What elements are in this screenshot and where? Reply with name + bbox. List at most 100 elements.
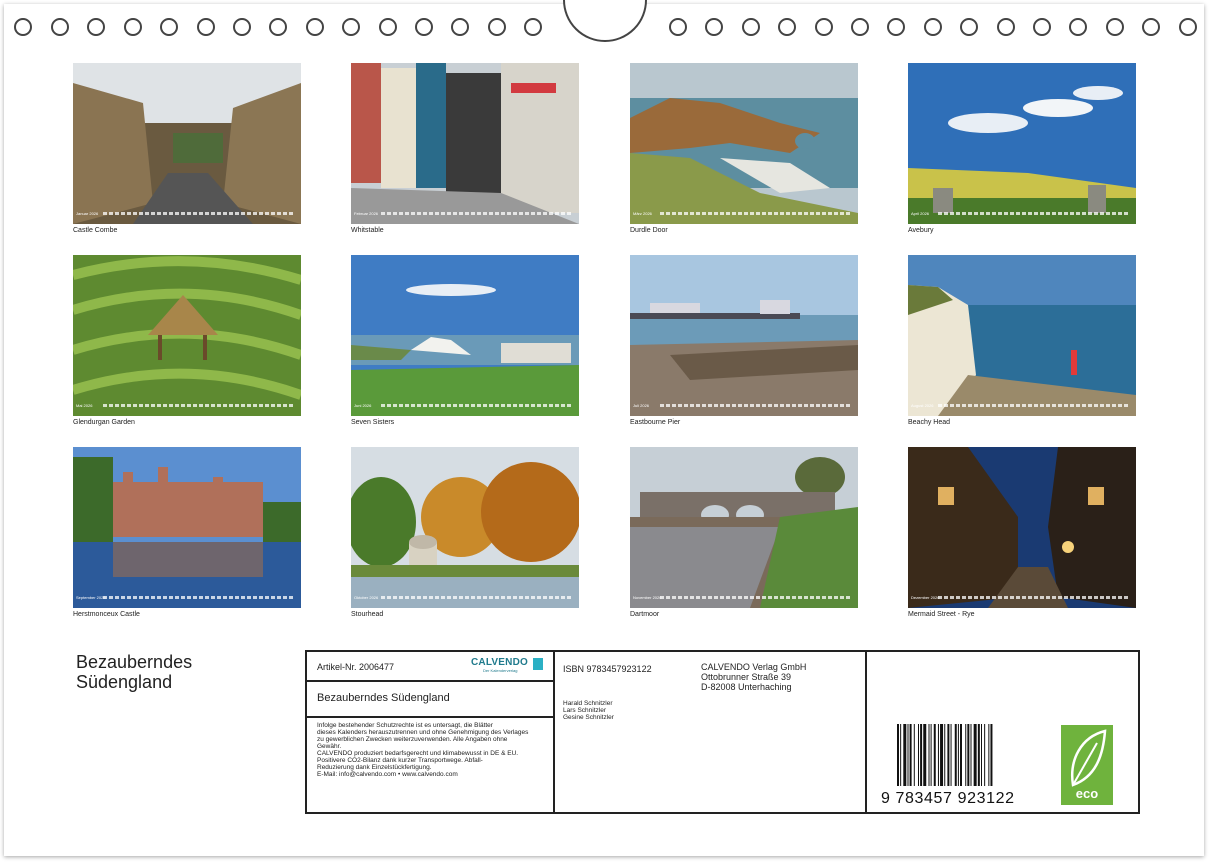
binding-ring <box>997 18 1015 36</box>
binding-ring <box>306 18 324 36</box>
month-strip: Dezember 2026 <box>908 595 1136 600</box>
month-strip: Juni 2026 <box>351 403 579 408</box>
eco-leaf-icon: eco <box>1061 725 1113 805</box>
caption-herstmonceux-castle: Herstmonceux Castle <box>73 611 140 618</box>
binding-ring <box>778 18 796 36</box>
binding-ring <box>851 18 869 36</box>
photo-avebury: April 2026 <box>908 63 1136 224</box>
info-column-left: Artikel-Nr. 2006477 CALVENDO Der Kalende… <box>307 652 555 812</box>
photo-mermaid-street-rye: Dezember 2026 <box>908 447 1136 608</box>
photo-durdle-door: März 2026 <box>630 63 858 224</box>
caption-stourhead: Stourhead <box>351 611 384 618</box>
photo-image <box>908 63 1136 224</box>
photo-beachy-head: August 2026 <box>908 255 1136 416</box>
legal-text: Infolge bestehender Schutzrechte ist es … <box>317 722 549 778</box>
photo-image <box>73 63 301 224</box>
month-strip: Mai 2026 <box>73 403 301 408</box>
barcode-number: 9 783457 923122 <box>881 790 1015 807</box>
caption-eastbourne-pier: Eastbourne Pier <box>630 419 681 426</box>
calvendo-logo: CALVENDO Der Kalenderverlag <box>471 657 543 675</box>
binding-ring <box>924 18 942 36</box>
month-label: September 2026 <box>76 595 106 600</box>
info-column-right: 9 783457 923122 eco <box>867 652 1138 812</box>
binding-ring <box>87 18 105 36</box>
info-calendar-title: Bezauberndes Südengland <box>317 692 450 704</box>
caption-mermaid-street-rye: Mermaid Street - Rye <box>908 611 975 618</box>
binding-ring <box>197 18 215 36</box>
legal-line: dieses Kalenders herauszutrennen und ohn… <box>317 729 529 736</box>
calendar-title-row: Bezauberndes Südengland <box>307 682 553 718</box>
photo-glendurgan-garden: Mai 2026 <box>73 255 301 416</box>
month-label: März 2026 <box>633 211 652 216</box>
photo-image <box>73 447 301 608</box>
caption-avebury: Avebury <box>908 227 934 234</box>
photo-image <box>73 255 301 416</box>
legal-line: zu gewerblichen Zwecken weiterzuverwende… <box>317 736 508 743</box>
binding-ring <box>1142 18 1160 36</box>
caption-castle-combe: Castle Combe <box>73 227 118 234</box>
author-name: Harald Schnitzler <box>563 700 613 707</box>
month-label: April 2026 <box>911 211 930 216</box>
month-label: Juli 2026 <box>633 403 650 408</box>
binding-ring <box>233 18 251 36</box>
photo-herstmonceux-castle: September 2026 <box>73 447 301 608</box>
binding-ring <box>269 18 287 36</box>
photo-image <box>351 63 579 224</box>
binding-ring <box>960 18 978 36</box>
article-row: Artikel-Nr. 2006477 CALVENDO Der Kalende… <box>307 652 553 682</box>
binding-ring <box>887 18 905 36</box>
photo-image <box>630 255 858 416</box>
author-name: Gesine Schnitzler <box>563 714 614 721</box>
info-column-middle: ISBN 9783457923122 CALVENDO Verlag GmbH … <box>555 652 867 812</box>
binding-ring <box>742 18 760 36</box>
month-strip: November 2026 <box>630 595 858 600</box>
calvendo-mark-icon <box>533 658 543 670</box>
binding-ring <box>488 18 506 36</box>
month-label: Februar 2026 <box>354 211 379 216</box>
legal-line: Infolge bestehender Schutzrechte ist es … <box>317 722 493 729</box>
month-strip: September 2026 <box>73 595 301 600</box>
calendar-title: Bezauberndes Südengland <box>76 652 192 692</box>
month-strip: März 2026 <box>630 211 858 216</box>
photo-dartmoor: November 2026 <box>630 447 858 608</box>
month-strip: Februar 2026 <box>351 211 579 216</box>
month-label: November 2026 <box>633 595 662 600</box>
month-strip: August 2026 <box>908 403 1136 408</box>
caption-durdle-door: Durdle Door <box>630 227 668 234</box>
binding-ring <box>160 18 178 36</box>
photo-image <box>351 255 579 416</box>
month-label: Januar 2026 <box>76 211 99 216</box>
binding-ring <box>342 18 360 36</box>
binding-ring <box>51 18 69 36</box>
photo-image <box>630 447 858 608</box>
photo-image <box>630 63 858 224</box>
binding-ring <box>14 18 32 36</box>
publisher-city: D-82008 Unterhaching <box>701 682 792 692</box>
month-label: Dezember 2026 <box>911 595 940 600</box>
binding-ring <box>451 18 469 36</box>
legal-line: Reduzierung dank Einzelstückfertigung. <box>317 764 432 771</box>
caption-glendurgan-garden: Glendurgan Garden <box>73 419 135 426</box>
publisher-address: CALVENDO Verlag GmbH Ottobrunner Straße … <box>701 662 806 692</box>
month-strip: April 2026 <box>908 211 1136 216</box>
legal-line: CALVENDO produziert bedarfsgerecht und k… <box>317 750 519 757</box>
photo-castle-combe: Januar 2026 <box>73 63 301 224</box>
author-name: Lars Schnitzler <box>563 707 606 714</box>
binding-ring <box>815 18 833 36</box>
photo-image <box>908 255 1136 416</box>
binding-ring <box>669 18 687 36</box>
photo-whitstable: Februar 2026 <box>351 63 579 224</box>
binding-ring <box>124 18 142 36</box>
photo-seven-sisters: Juni 2026 <box>351 255 579 416</box>
authors: Harald Schnitzler Lars Schnitzler Gesine… <box>563 700 614 721</box>
legal-line: E-Mail: info@calvendo.com • www.calvendo… <box>317 771 458 778</box>
binding-ring <box>1033 18 1051 36</box>
publisher-name: CALVENDO Verlag GmbH <box>701 662 807 672</box>
calendar-title-line2: Südengland <box>76 672 173 692</box>
binding-ring <box>1069 18 1087 36</box>
barcode-icon <box>897 724 993 786</box>
publisher-street: Ottobrunner Straße 39 <box>701 672 792 682</box>
month-strip: Januar 2026 <box>73 211 301 216</box>
photo-stourhead: Oktober 2026 <box>351 447 579 608</box>
calvendo-logo-text: CALVENDO <box>471 657 528 668</box>
